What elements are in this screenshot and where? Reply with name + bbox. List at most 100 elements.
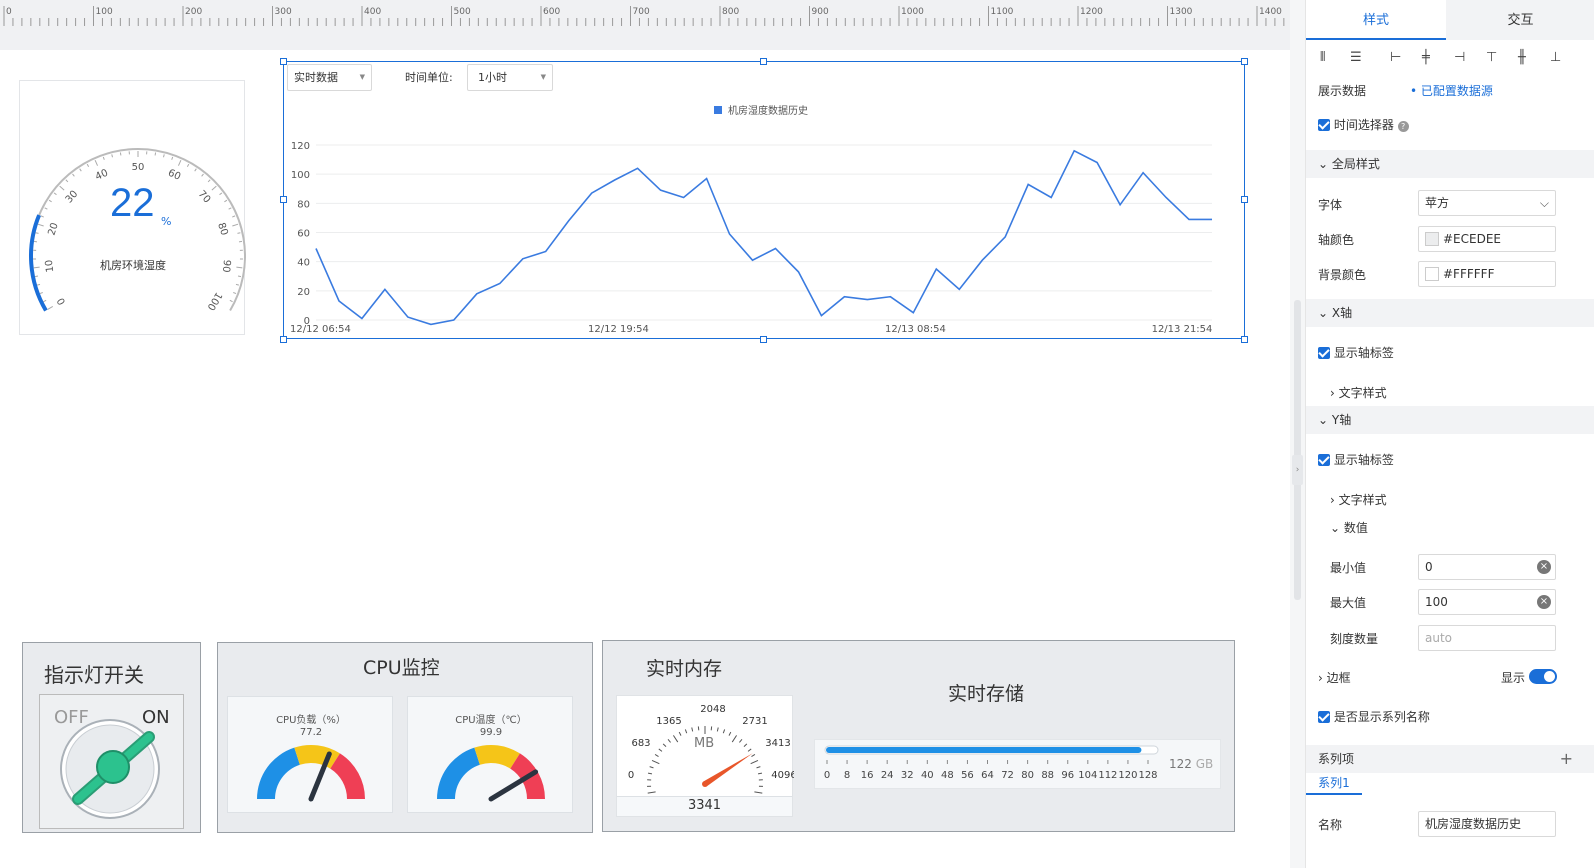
ruler-tick-label: 100: [96, 7, 113, 17]
bg-color-input[interactable]: #FFFFFF: [1418, 261, 1556, 287]
panel-collapse-handle[interactable]: ›: [1292, 455, 1303, 485]
memory-storage-card[interactable]: 实时内存 0 683 1365 2048 2731 3413 4096 MB 3341 实时…: [602, 640, 1235, 832]
clear-icon[interactable]: ×: [1537, 560, 1551, 574]
gauge-tick: [232, 223, 239, 227]
tick-count-input[interactable]: auto: [1418, 625, 1556, 651]
resize-handle[interactable]: [1241, 58, 1248, 65]
border-toggle[interactable]: › 边框: [1318, 669, 1351, 686]
series-name-input[interactable]: 机房湿度数据历史: [1418, 811, 1556, 837]
resize-handle[interactable]: [760, 336, 767, 343]
gauge-tick: [201, 173, 204, 177]
gauge-tick: [53, 192, 57, 196]
color-swatch: [1425, 267, 1439, 281]
section-label: X轴: [1331, 306, 1353, 320]
x-tick-label: 12/12 06:54: [290, 324, 351, 335]
x-tick-label: 12/13 08:54: [885, 324, 946, 335]
checkbox-label: 显示轴标签: [1333, 346, 1394, 360]
light-switch-card[interactable]: 指示灯开关 OFF ON: [22, 642, 201, 833]
time-selector-checkbox[interactable]: 时间选择器 ?: [1318, 116, 1409, 133]
font-select[interactable]: 苹方 ⌵: [1418, 190, 1556, 216]
resize-handle[interactable]: [1241, 196, 1248, 203]
resize-handle[interactable]: [1241, 336, 1248, 343]
border-switch[interactable]: [1529, 669, 1557, 684]
help-icon[interactable]: ?: [1397, 121, 1409, 132]
resize-handle[interactable]: [280, 58, 287, 65]
storage-tick-label: 8: [844, 770, 850, 781]
gauge-tick-label: 0: [55, 296, 68, 307]
ruler-tick-label: 1200: [1080, 7, 1103, 17]
section-label: Y轴: [1331, 413, 1352, 427]
chevron-right-icon: ›: [1330, 386, 1335, 400]
align-center-v-icon[interactable]: ╫: [1518, 50, 1526, 65]
memory-tick: [647, 772, 653, 775]
ruler-tick-label: 400: [364, 7, 381, 17]
checkbox-label: 是否显示系列名称: [1333, 710, 1430, 724]
memory-tick: [716, 727, 719, 732]
tab-style[interactable]: 样式: [1306, 0, 1446, 40]
y-tick-label: 40: [297, 258, 310, 269]
gauge-tick: [207, 179, 211, 183]
canvas-scrollbar[interactable]: [1294, 300, 1301, 600]
align-center-h-icon[interactable]: ╪: [1422, 50, 1430, 65]
series-line: [315, 149, 1212, 326]
resize-handle[interactable]: [280, 336, 287, 343]
rotary-switch[interactable]: [40, 695, 185, 830]
gauge-tick: [35, 232, 39, 234]
resize-handle[interactable]: [280, 196, 287, 203]
gauge-tick: [119, 152, 122, 156]
chevron-down-icon: ⌵: [1539, 196, 1549, 210]
memory-tick: [750, 759, 759, 765]
cpu-monitor-card[interactable]: CPU监控 CPU负载（%） 77.2 CPU温度（℃） 99.9: [217, 642, 593, 833]
show-axis-label-x-checkbox[interactable]: 显示轴标签: [1318, 344, 1394, 361]
align-left-icon[interactable]: ⊢: [1390, 50, 1401, 65]
align-right-icon[interactable]: ⊣: [1454, 50, 1465, 65]
resize-handle[interactable]: [760, 58, 767, 65]
ruler-tick-label: 800: [722, 7, 739, 17]
ruler-tick-label: 500: [454, 7, 471, 17]
gauge-tick: [211, 185, 217, 191]
show-axis-label-y-checkbox[interactable]: 显示轴标签: [1318, 451, 1394, 468]
humidity-line-chart-widget[interactable]: 实时数据 ▼ 时间单位: 1小时 ▼ 机房湿度数据历史 0 20 40 60 80 100…: [283, 61, 1245, 339]
storage-panel: 0 8 16 24 32 40 48 56 64 72 80 88 96 104 112 120 128 122…: [814, 739, 1221, 789]
storage-value-unit: GB: [1195, 757, 1214, 771]
humidity-gauge-widget[interactable]: 0 10 20 30 40 50 60 70 80 90 100 22 % 机房环境湿度: [19, 80, 246, 335]
gauge-tick-label: 10: [44, 259, 56, 273]
align-distribute-v-icon[interactable]: ☰: [1350, 50, 1362, 65]
align-distribute-h-icon[interactable]: ⫴: [1320, 50, 1325, 65]
line-chart: 02040608010012012/12 06:54 12/12 19:54 12/…: [290, 141, 1212, 335]
ruler-tick-label: 1100: [991, 7, 1014, 17]
gauge-tick-label: 70: [196, 189, 213, 206]
tab-interaction[interactable]: 交互: [1446, 0, 1594, 40]
axis-color-input[interactable]: #ECEDEE: [1418, 226, 1556, 252]
data-source-link[interactable]: • 已配置数据源: [1410, 82, 1493, 99]
gauge-tick: [33, 266, 40, 269]
memory-tick-label: 3413: [765, 738, 790, 749]
max-input[interactable]: 100 ×: [1418, 589, 1556, 615]
chevron-down-icon: ⌄: [1330, 521, 1341, 535]
section-x-axis[interactable]: ⌄ X轴: [1306, 299, 1594, 327]
align-toolbar: ⫴ ☰ ⊢ ╪ ⊣ ⊤ ╫ ⊥: [1314, 50, 1589, 70]
text-style-x-toggle[interactable]: › 文字样式: [1330, 384, 1387, 401]
text-style-y-toggle[interactable]: › 文字样式: [1330, 491, 1387, 508]
memory-tick: [743, 743, 748, 747]
storage-tick-label: 88: [1041, 770, 1054, 781]
gauge-label: 机房环境湿度: [100, 259, 166, 272]
show-series-name-checkbox[interactable]: 是否显示系列名称: [1318, 708, 1430, 725]
memory-tick: [667, 738, 671, 743]
align-bottom-icon[interactable]: ⊥: [1550, 50, 1561, 65]
chevron-down-icon: ⌄: [1318, 157, 1329, 171]
toggle-label: 边框: [1326, 671, 1351, 685]
values-toggle[interactable]: ⌄ 数值: [1330, 519, 1368, 536]
series-tab-1[interactable]: 系列1: [1306, 773, 1362, 795]
clear-icon[interactable]: ×: [1537, 595, 1551, 609]
memory-tick: [728, 731, 732, 736]
section-global-style[interactable]: ⌄ 全局样式: [1306, 150, 1594, 178]
bg-color-label: 背景颜色: [1318, 268, 1367, 282]
add-icon[interactable]: +: [1560, 745, 1573, 773]
gauge-tick: [72, 173, 75, 177]
cpu-load-gauge-panel: CPU负载（%） 77.2: [227, 696, 393, 813]
section-y-axis[interactable]: ⌄ Y轴: [1306, 406, 1594, 434]
min-input[interactable]: 0 ×: [1418, 554, 1556, 580]
align-top-icon[interactable]: ⊤: [1486, 50, 1497, 65]
gauge-unit: %: [161, 215, 172, 228]
